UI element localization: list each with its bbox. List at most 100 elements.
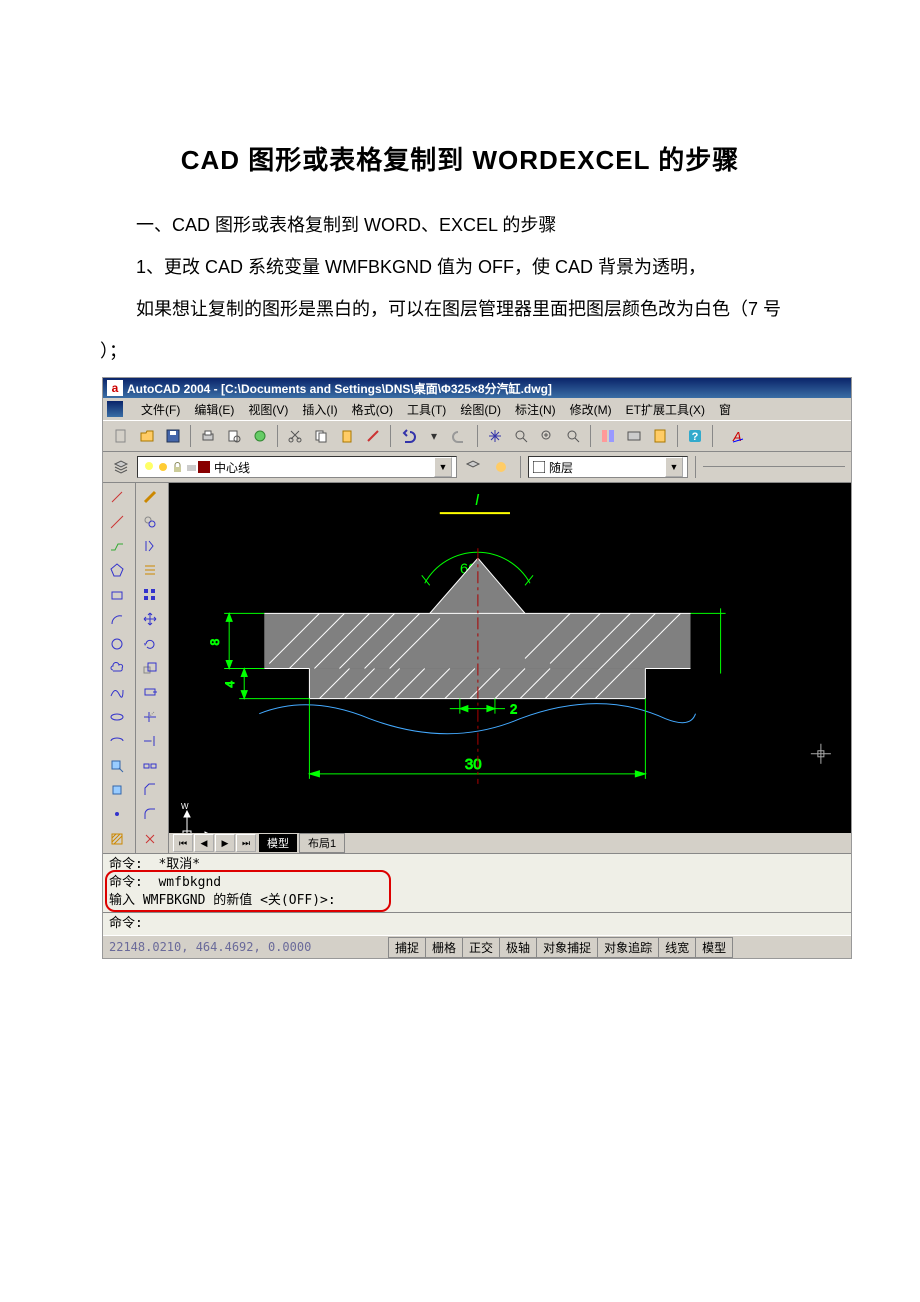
menu-modify[interactable]: 修改(M) bbox=[570, 401, 612, 418]
spline-icon[interactable] bbox=[105, 682, 129, 702]
menu-insert[interactable]: 插入(I) bbox=[302, 401, 337, 418]
preview-icon[interactable] bbox=[222, 424, 246, 448]
properties-icon[interactable] bbox=[596, 424, 620, 448]
offset-icon[interactable] bbox=[138, 560, 162, 580]
tab-prev-icon[interactable]: ◀ bbox=[194, 834, 214, 852]
revcloud-icon[interactable] bbox=[105, 658, 129, 678]
ortho-toggle[interactable]: 正交 bbox=[462, 937, 500, 958]
menu-ext[interactable]: ET扩展工具(X) bbox=[626, 401, 705, 418]
menu-window[interactable]: 窗 bbox=[719, 401, 731, 418]
ellipse-arc-icon[interactable] bbox=[105, 731, 129, 751]
menu-view[interactable]: 视图(V) bbox=[248, 401, 288, 418]
ellipse-icon[interactable] bbox=[105, 707, 129, 727]
erase-icon[interactable] bbox=[138, 487, 162, 507]
menu-draw[interactable]: 绘图(D) bbox=[460, 401, 501, 418]
doc-title: CAD 图形或表格复制到 WORDEXCEL 的步骤 bbox=[100, 140, 820, 177]
pline-icon[interactable] bbox=[105, 536, 129, 556]
point-icon[interactable] bbox=[105, 804, 129, 824]
copy-obj-icon[interactable] bbox=[138, 511, 162, 531]
titlebar: a AutoCAD 2004 - [C:\Documents and Setti… bbox=[103, 378, 851, 398]
zoom-realtime-icon[interactable] bbox=[509, 424, 533, 448]
rotate-icon[interactable] bbox=[138, 633, 162, 653]
paste-icon[interactable] bbox=[335, 424, 359, 448]
cmd-prompt[interactable]: 命令: bbox=[109, 915, 845, 933]
command-area[interactable]: 命令: *取消* 命令: wmfbkgnd 输入 WMFBKGND 的新值 <关… bbox=[103, 853, 851, 935]
fillet-icon[interactable] bbox=[138, 804, 162, 824]
undo-icon[interactable] bbox=[396, 424, 420, 448]
menu-tools[interactable]: 工具(T) bbox=[407, 401, 446, 418]
dropdown-icon[interactable]: ▾ bbox=[422, 424, 446, 448]
bulb-icon bbox=[142, 460, 156, 474]
grid-toggle[interactable]: 栅格 bbox=[425, 937, 463, 958]
explode-icon[interactable] bbox=[138, 829, 162, 849]
control-menu-icon[interactable] bbox=[107, 401, 123, 417]
model-toggle[interactable]: 模型 bbox=[695, 937, 733, 958]
insert-block-icon[interactable] bbox=[105, 755, 129, 775]
open-icon[interactable] bbox=[135, 424, 159, 448]
layout-tabs: ⏮ ◀ ▶ ⏭ 模型 布局1 bbox=[169, 833, 851, 853]
zoom-prev-icon[interactable] bbox=[561, 424, 585, 448]
polygon-icon[interactable] bbox=[105, 560, 129, 580]
tab-next-icon[interactable]: ▶ bbox=[215, 834, 235, 852]
tab-last-icon[interactable]: ⏭ bbox=[236, 834, 256, 852]
help-icon[interactable]: ? bbox=[683, 424, 707, 448]
chevron-down-icon[interactable]: ▼ bbox=[665, 457, 683, 477]
tab-layout1[interactable]: 布局1 bbox=[299, 833, 345, 853]
extend-icon[interactable] bbox=[138, 731, 162, 751]
svg-text:4: 4 bbox=[223, 681, 237, 688]
menu-format[interactable]: 格式(O) bbox=[352, 401, 393, 418]
stretch-icon[interactable] bbox=[138, 682, 162, 702]
separator bbox=[390, 425, 391, 447]
menu-edit[interactable]: 编辑(E) bbox=[194, 401, 234, 418]
draw-toolbar bbox=[103, 483, 136, 853]
publish-icon[interactable] bbox=[248, 424, 272, 448]
autocad-window: a AutoCAD 2004 - [C:\Documents and Setti… bbox=[102, 377, 852, 959]
line-icon[interactable] bbox=[105, 487, 129, 507]
standard-toolbar: ▾ ? A bbox=[103, 420, 851, 452]
layer-manager-icon[interactable] bbox=[109, 455, 133, 479]
snap-toggle[interactable]: 捕捉 bbox=[388, 937, 426, 958]
array-icon[interactable] bbox=[138, 585, 162, 605]
polar-toggle[interactable]: 极轴 bbox=[499, 937, 537, 958]
hatch-icon[interactable] bbox=[105, 829, 129, 849]
xline-icon[interactable] bbox=[105, 511, 129, 531]
dcenter-icon[interactable] bbox=[622, 424, 646, 448]
paragraph-3: 如果想让复制的图形是黑白的，可以在图层管理器里面把图层颜色改为白色（7 号 bbox=[100, 291, 820, 327]
redo-icon[interactable] bbox=[448, 424, 472, 448]
break-icon[interactable] bbox=[138, 755, 162, 775]
tab-model[interactable]: 模型 bbox=[259, 834, 297, 852]
circle-icon[interactable] bbox=[105, 633, 129, 653]
text-style-icon[interactable]: A bbox=[726, 424, 750, 448]
cut-icon[interactable] bbox=[283, 424, 307, 448]
chevron-down-icon[interactable]: ▼ bbox=[434, 457, 452, 477]
layer-prev-icon[interactable] bbox=[461, 455, 485, 479]
mirror-icon[interactable] bbox=[138, 536, 162, 556]
match-icon[interactable] bbox=[361, 424, 385, 448]
tool-palette-icon[interactable] bbox=[648, 424, 672, 448]
pan-icon[interactable] bbox=[483, 424, 507, 448]
zoom-window-icon[interactable] bbox=[535, 424, 559, 448]
tab-first-icon[interactable]: ⏮ bbox=[173, 834, 193, 852]
save-icon[interactable] bbox=[161, 424, 185, 448]
copy-icon[interactable] bbox=[309, 424, 333, 448]
color-swatch bbox=[533, 461, 545, 473]
trim-icon[interactable] bbox=[138, 707, 162, 727]
layer-toolbar: 中心线 ▼ 随层 ▼ bbox=[103, 452, 851, 483]
rectangle-icon[interactable] bbox=[105, 585, 129, 605]
drawing-canvas[interactable]: I 60° bbox=[169, 483, 851, 853]
new-icon[interactable] bbox=[109, 424, 133, 448]
color-combo[interactable]: 随层 ▼ bbox=[528, 456, 688, 478]
menu-dim[interactable]: 标注(N) bbox=[515, 401, 556, 418]
make-block-icon[interactable] bbox=[105, 780, 129, 800]
otrack-toggle[interactable]: 对象追踪 bbox=[597, 937, 659, 958]
layer-state-icon[interactable] bbox=[489, 455, 513, 479]
menu-file[interactable]: 文件(F) bbox=[141, 401, 180, 418]
chamfer-icon[interactable] bbox=[138, 780, 162, 800]
move-icon[interactable] bbox=[138, 609, 162, 629]
scale-icon[interactable] bbox=[138, 658, 162, 678]
print-icon[interactable] bbox=[196, 424, 220, 448]
arc-icon[interactable] bbox=[105, 609, 129, 629]
layer-combo[interactable]: 中心线 ▼ bbox=[137, 456, 457, 478]
osnap-toggle[interactable]: 对象捕捉 bbox=[536, 937, 598, 958]
lwt-toggle[interactable]: 线宽 bbox=[658, 937, 696, 958]
